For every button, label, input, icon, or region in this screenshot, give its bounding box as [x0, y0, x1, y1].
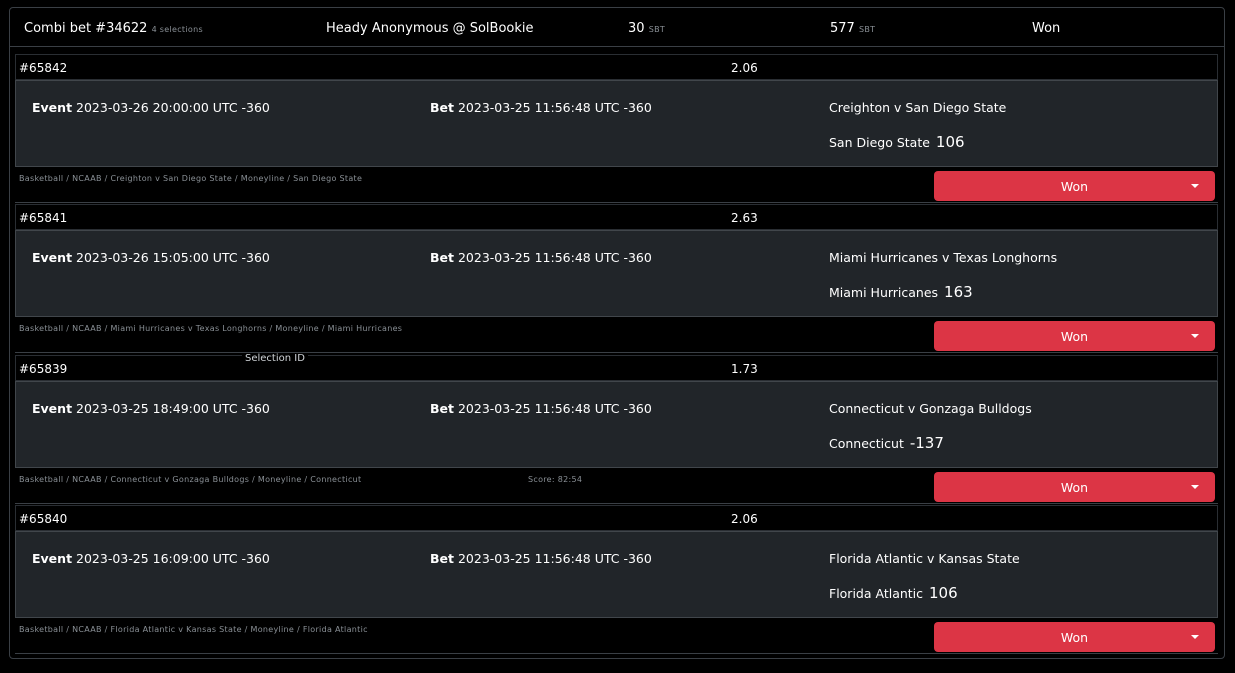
selection-details: Event 2023-03-25 16:09:00 UTC -360 Bet 2… — [15, 531, 1218, 618]
pick-line: 106 — [929, 584, 958, 602]
status-dropdown[interactable]: Won — [934, 622, 1215, 652]
caret-down-icon — [1191, 635, 1199, 639]
selection-odds: 2.63 — [731, 211, 758, 225]
selection-odds: 1.73 — [731, 362, 758, 376]
bet-time-group: Bet 2023-03-25 11:56:48 UTC -360 — [430, 250, 652, 265]
stake-value: 30 — [628, 21, 645, 36]
bet-label: Bet — [430, 401, 454, 416]
bet-time-group: Bet 2023-03-25 11:56:48 UTC -360 — [430, 401, 652, 416]
payout-value: 577 — [830, 21, 855, 36]
event-time: 2023-03-26 20:00:00 UTC -360 — [76, 100, 270, 115]
match-name: Connecticut v Gonzaga Bulldogs — [829, 401, 1032, 416]
status-value: Won — [1060, 329, 1089, 344]
bettor-name: Heady Anonymous @ SolBookie — [326, 21, 534, 36]
event-time-group: Event 2023-03-26 20:00:00 UTC -360 — [32, 100, 270, 115]
stake-group: 30 SBT — [628, 21, 665, 36]
event-time: 2023-03-26 15:05:00 UTC -360 — [76, 250, 270, 265]
status-value: Won — [1060, 480, 1089, 495]
stake-unit: SBT — [648, 25, 666, 34]
selection-id: #65841 — [19, 211, 68, 225]
selection-card: #65842 2.06 Event 2023-03-26 20:00:00 UT… — [15, 54, 1218, 203]
status-dropdown[interactable]: Won — [934, 472, 1215, 502]
selection-details: Event 2023-03-26 15:05:00 UTC -360 Bet 2… — [15, 230, 1218, 317]
selection-id: #65839 — [19, 362, 68, 376]
status-dropdown[interactable]: Won — [934, 321, 1215, 351]
payout-unit: SBT — [858, 25, 876, 34]
pick-name: San Diego State — [829, 135, 930, 150]
pick-name: Connecticut — [829, 436, 904, 451]
caret-down-icon — [1191, 334, 1199, 338]
event-label: Event — [32, 100, 73, 115]
status-value: Won — [1060, 179, 1089, 194]
combi-bet-card: Combi bet #34622 4 selections Heady Anon… — [9, 7, 1225, 659]
bet-time-group: Bet 2023-03-25 11:56:48 UTC -360 — [430, 551, 652, 566]
bet-label: Bet — [430, 551, 454, 566]
event-label: Event — [32, 250, 73, 265]
pick-group: San Diego State 106 — [829, 133, 965, 151]
selection-odds: 2.06 — [731, 512, 758, 526]
selection-header: #65839 1.73 — [15, 355, 1218, 381]
market-path: Basketball / NCAAB / Creighton v San Die… — [19, 174, 363, 183]
selection-odds: 2.06 — [731, 61, 758, 75]
pick-name: Miami Hurricanes — [829, 285, 939, 300]
bet-label: Bet — [430, 250, 454, 265]
bet-time-group: Bet 2023-03-25 11:56:48 UTC -360 — [430, 100, 652, 115]
bet-label: Bet — [430, 100, 454, 115]
selection-details: Event 2023-03-26 20:00:00 UTC -360 Bet 2… — [15, 80, 1218, 167]
bet-header[interactable]: Combi bet #34622 4 selections Heady Anon… — [10, 8, 1224, 47]
market-path: Basketball / NCAAB / Connecticut v Gonza… — [19, 475, 362, 484]
event-label: Event — [32, 551, 73, 566]
bet-title-group: Combi bet #34622 4 selections — [24, 21, 203, 36]
selection-footer: Basketball / NCAAB / Creighton v San Die… — [15, 167, 1218, 203]
market-path: Basketball / NCAAB / Florida Atlantic v … — [19, 625, 368, 634]
status-value: Won — [1060, 630, 1089, 645]
pick-line: 163 — [944, 283, 973, 301]
selection-header: #65842 2.06 — [15, 54, 1218, 80]
event-time-group: Event 2023-03-25 18:49:00 UTC -360 — [32, 401, 270, 416]
score: Score: 82:54 — [528, 475, 583, 484]
selection-id-tooltip: Selection ID — [242, 353, 308, 364]
selection-footer: Basketball / NCAAB / Connecticut v Gonza… — [15, 468, 1218, 504]
selection-details: Event 2023-03-25 18:49:00 UTC -360 Bet 2… — [15, 381, 1218, 468]
event-time: 2023-03-25 16:09:00 UTC -360 — [76, 551, 270, 566]
bet-status: Won — [1032, 21, 1061, 36]
market-path: Basketball / NCAAB / Miami Hurricanes v … — [19, 324, 403, 333]
caret-down-icon — [1191, 184, 1199, 188]
match-name: Miami Hurricanes v Texas Longhorns — [829, 250, 1058, 265]
bet-time: 2023-03-25 11:56:48 UTC -360 — [457, 100, 652, 115]
pick-line: 106 — [935, 133, 965, 151]
bet-title: Combi bet #34622 — [24, 21, 148, 36]
selection-footer: Basketball / NCAAB / Florida Atlantic v … — [15, 618, 1218, 654]
pick-line: -137 — [909, 434, 944, 452]
selection-footer: Basketball / NCAAB / Miami Hurricanes v … — [15, 317, 1218, 353]
selection-header: #65840 2.06 — [15, 505, 1218, 531]
bet-time: 2023-03-25 11:56:48 UTC -360 — [457, 551, 652, 566]
match-name: Creighton v San Diego State — [829, 100, 1007, 115]
event-label: Event — [32, 401, 73, 416]
match-name: Florida Atlantic v Kansas State — [829, 551, 1020, 566]
payout-group: 577 SBT — [830, 21, 875, 36]
pick-group: Florida Atlantic 106 — [829, 584, 958, 602]
bet-time: 2023-03-25 11:56:48 UTC -360 — [457, 401, 652, 416]
pick-group: Miami Hurricanes 163 — [829, 283, 973, 301]
caret-down-icon — [1191, 485, 1199, 489]
event-time: 2023-03-25 18:49:00 UTC -360 — [76, 401, 270, 416]
selection-id: #65840 — [19, 512, 68, 526]
selection-card: #65841 2.63 Event 2023-03-26 15:05:00 UT… — [15, 204, 1218, 353]
selections-count: 4 selections — [151, 25, 203, 34]
bet-time: 2023-03-25 11:56:48 UTC -360 — [457, 250, 652, 265]
selection-id: #65842 — [19, 61, 68, 75]
event-time-group: Event 2023-03-26 15:05:00 UTC -360 — [32, 250, 270, 265]
event-time-group: Event 2023-03-25 16:09:00 UTC -360 — [32, 551, 270, 566]
selection-card: #65839 1.73 Event 2023-03-25 18:49:00 UT… — [15, 355, 1218, 504]
selection-header: #65841 2.63 — [15, 204, 1218, 230]
selection-card: #65840 2.06 Event 2023-03-25 16:09:00 UT… — [15, 505, 1218, 654]
pick-group: Connecticut -137 — [829, 434, 944, 452]
status-dropdown[interactable]: Won — [934, 171, 1215, 201]
pick-name: Florida Atlantic — [829, 586, 924, 601]
